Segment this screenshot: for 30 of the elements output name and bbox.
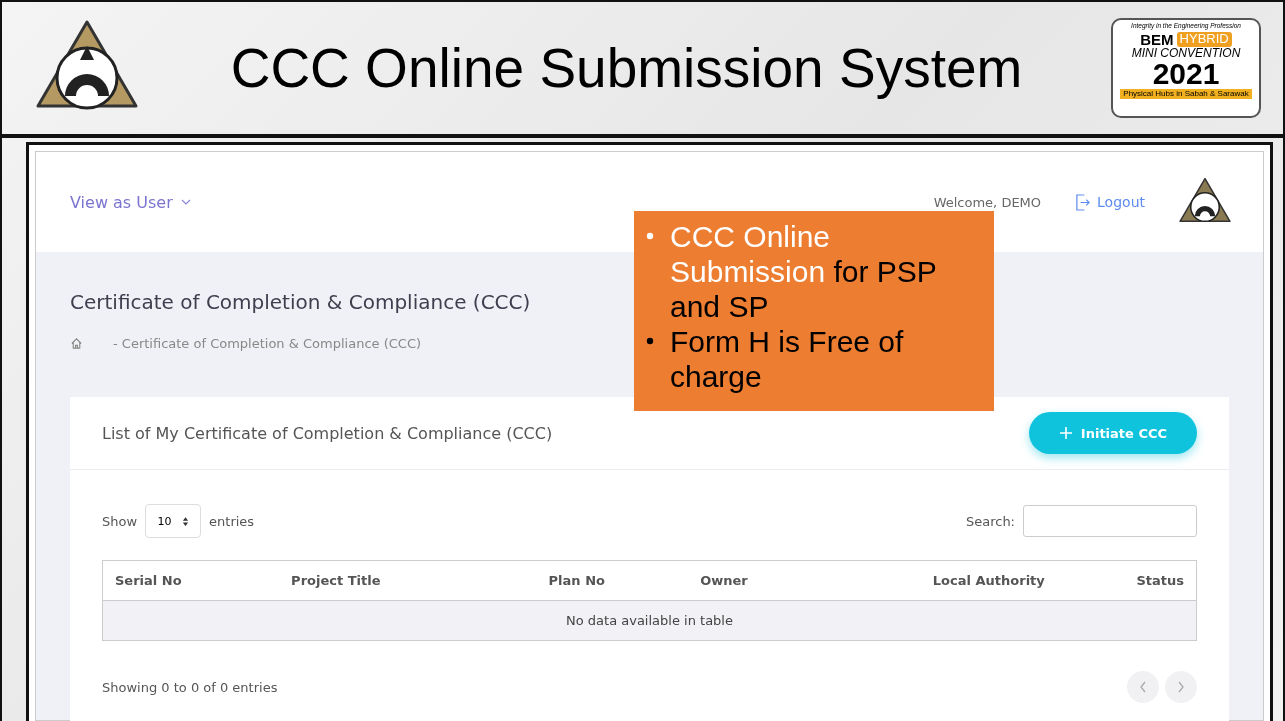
- empty-table-message: No data available in table: [102, 600, 1197, 641]
- column-header[interactable]: Local Authority: [793, 560, 1057, 601]
- sort-arrows-icon: [181, 515, 189, 527]
- show-label: Show: [102, 513, 138, 529]
- page-size-select[interactable]: 10: [145, 504, 202, 538]
- previous-page-button[interactable]: [1127, 671, 1159, 703]
- chevron-right-icon: [1177, 681, 1185, 693]
- caret-icon: [180, 199, 191, 205]
- column-header[interactable]: Owner: [654, 560, 794, 601]
- bullet-icon: [646, 232, 654, 240]
- column-header[interactable]: Plan No: [498, 560, 655, 601]
- search-label: Search:: [965, 513, 1015, 529]
- page-title: Certificate of Completion & Compliance (CCC): [70, 290, 531, 314]
- column-header[interactable]: Project Title: [279, 560, 499, 601]
- slide-title: CCC Online Submission System: [229, 36, 1024, 100]
- next-page-button[interactable]: [1165, 671, 1197, 703]
- column-header[interactable]: Status: [1056, 560, 1197, 601]
- search-field[interactable]: [1023, 505, 1197, 537]
- home-icon[interactable]: [70, 337, 83, 350]
- logout-icon: [1075, 193, 1091, 211]
- bullet-icon: [646, 337, 654, 345]
- plus-icon: [1058, 426, 1073, 440]
- chevron-left-icon: [1139, 681, 1147, 693]
- column-header[interactable]: Serial No: [102, 560, 280, 601]
- welcome-text: Welcome, DEMO: [933, 194, 1042, 210]
- card-title: List of My Certificate of Completion & Compliance (CCC): [102, 423, 553, 443]
- callout-bullet-text: Form H is Free of charge: [670, 324, 905, 394]
- entries-info: Showing 0 to 0 of 0 entries: [102, 679, 278, 695]
- entries-label: entries: [209, 513, 255, 529]
- view-as-menu[interactable]: View as User: [70, 192, 191, 212]
